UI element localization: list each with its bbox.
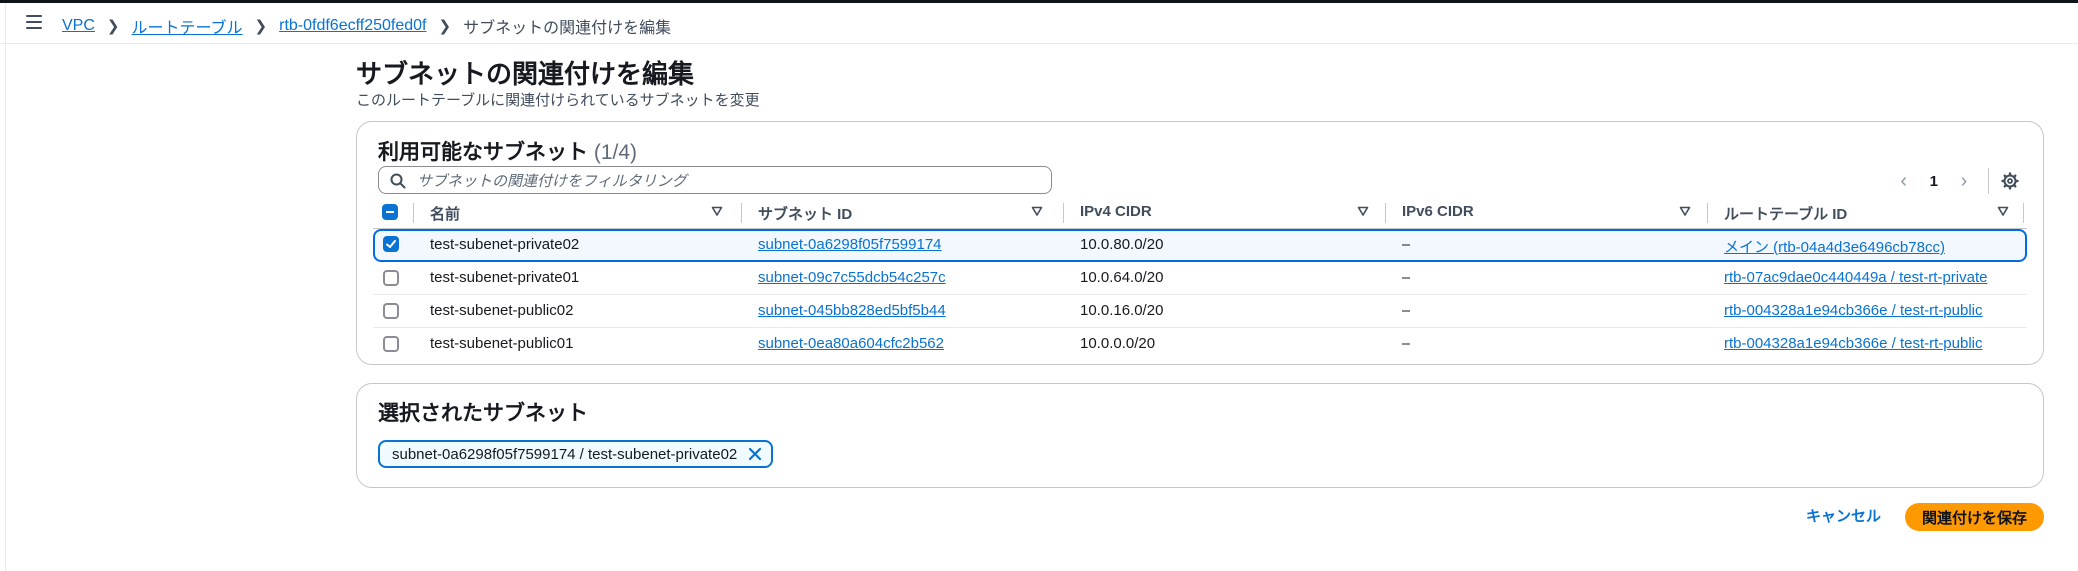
table-row[interactable]: test-subenet-public02 subnet-045bb828ed5… [373, 295, 2027, 328]
row-checkbox[interactable] [383, 303, 399, 319]
available-subnets-heading: 利用可能なサブネット (1/4) [378, 136, 637, 166]
cancel-button[interactable]: キャンセル [1806, 505, 1881, 526]
column-name[interactable]: 名前 [430, 203, 460, 224]
selected-subnet-token: subnet-0a6298f05f7599174 / test-subenet-… [378, 440, 774, 468]
token-label: subnet-0a6298f05f7599174 / test-subenet-… [392, 445, 738, 463]
subnet-id-link[interactable]: subnet-09c7c55dcb54c257c [758, 269, 946, 286]
table-row[interactable]: test-subenet-private01 subnet-09c7c55dcb… [373, 262, 2027, 295]
chevron-right-icon: ❯ [438, 18, 452, 35]
subnet-id-link[interactable]: subnet-045bb828ed5bf5b44 [758, 302, 946, 319]
subnet-id-link[interactable]: subnet-0ea80a604cfc2b562 [758, 335, 944, 352]
next-page-icon[interactable]: › [1954, 170, 1974, 192]
select-all-checkbox[interactable] [382, 204, 398, 220]
page-description: このルートテーブルに関連付けられているサブネットを変更 [356, 92, 760, 109]
breadcrumb-vpc[interactable]: VPC [62, 17, 95, 35]
breadcrumb: VPC ❯ ルートテーブル ❯ rtb-0fdf6ecff250fed0f ❯ … [62, 14, 671, 38]
route-table-link[interactable]: メイン (rtb-04a4d3e6496cb78cc) [1724, 236, 1945, 257]
page-title: サブネットの関連付けを編集 [356, 59, 695, 89]
left-edge [5, 3, 6, 571]
ipv6-cidr: – [1402, 236, 1411, 253]
chevron-right-icon: ❯ [254, 18, 268, 35]
previous-page-icon[interactable]: ‹ [1894, 170, 1914, 192]
available-subnets-title: 利用可能なサブネット [378, 141, 588, 164]
chevron-right-icon: ❯ [106, 18, 120, 35]
column-ipv6-cidr[interactable]: IPv6 CIDR [1402, 203, 1474, 220]
sort-icon[interactable] [711, 205, 723, 217]
subnet-name: test-subenet-public02 [430, 302, 574, 319]
gear-icon[interactable] [2001, 172, 2019, 190]
ipv4-cidr: 10.0.16.0/20 [1080, 302, 1164, 319]
pager-divider [1988, 168, 1989, 194]
page-number[interactable]: 1 [1930, 173, 1938, 190]
ipv4-cidr: 10.0.80.0/20 [1080, 236, 1164, 253]
sort-icon[interactable] [1679, 205, 1691, 217]
column-divider [741, 203, 742, 223]
close-icon[interactable] [747, 446, 763, 462]
column-ipv4-cidr[interactable]: IPv4 CIDR [1080, 203, 1152, 220]
subnet-name: test-subenet-private02 [430, 236, 580, 253]
ipv6-cidr: – [1402, 335, 1411, 352]
ipv6-cidr: – [1402, 302, 1411, 319]
row-checkbox[interactable] [383, 236, 399, 252]
pagination: ‹ 1 › [1894, 167, 2019, 195]
selection-count: (1/4) [593, 141, 638, 164]
selected-subnets-panel: 選択されたサブネット subnet-0a6298f05f7599174 / te… [356, 383, 2044, 488]
route-table-link[interactable]: rtb-004328a1e94cb366e / test-rt-public [1724, 335, 1983, 352]
menu-icon[interactable] [26, 15, 42, 29]
breadcrumb-bar: VPC ❯ ルートテーブル ❯ rtb-0fdf6ecff250fed0f ❯ … [0, 3, 2078, 44]
ipv4-cidr: 10.0.64.0/20 [1080, 269, 1164, 286]
sort-icon[interactable] [1357, 205, 1369, 217]
row-checkbox[interactable] [383, 270, 399, 286]
sort-icon[interactable] [1997, 205, 2009, 217]
filter-search-box[interactable] [378, 166, 1052, 194]
breadcrumb-current: サブネットの関連付けを編集 [463, 20, 672, 37]
ipv6-cidr: – [1402, 269, 1411, 286]
subnets-table: 名前 サブネット ID IPv4 CIDR IPv6 CIDR ルートテーブル … [373, 196, 2027, 360]
column-divider [1707, 203, 1708, 223]
column-route-table-id[interactable]: ルートテーブル ID [1724, 203, 1847, 224]
table-header: 名前 サブネット ID IPv4 CIDR IPv6 CIDR ルートテーブル … [373, 196, 2027, 229]
row-checkbox[interactable] [383, 336, 399, 352]
column-subnet-id[interactable]: サブネット ID [758, 203, 852, 224]
ipv4-cidr: 10.0.0.0/20 [1080, 335, 1156, 352]
table-row[interactable]: test-subenet-public01 subnet-0ea80a604cf… [373, 328, 2027, 360]
column-divider [413, 203, 414, 223]
route-table-link[interactable]: rtb-07ac9dae0c440449a / test-rt-private [1724, 269, 1988, 286]
selected-subnets-title: 選択されたサブネット [378, 402, 588, 425]
filter-input[interactable] [415, 170, 1039, 192]
column-divider [2023, 203, 2024, 223]
column-divider [1385, 203, 1386, 223]
table-row[interactable]: test-subenet-private02 subnet-0a6298f05f… [373, 229, 2027, 262]
subnet-id-link[interactable]: subnet-0a6298f05f7599174 [758, 236, 942, 253]
route-table-link[interactable]: rtb-004328a1e94cb366e / test-rt-public [1724, 302, 1983, 319]
subnet-name: test-subenet-private01 [430, 269, 580, 286]
breadcrumb-route-tables[interactable]: ルートテーブル [131, 14, 242, 38]
column-divider [1063, 203, 1064, 223]
save-associations-button[interactable]: 関連付けを保存 [1905, 503, 2044, 531]
sort-icon[interactable] [1031, 205, 1043, 217]
breadcrumb-route-table-id[interactable]: rtb-0fdf6ecff250fed0f [279, 17, 426, 35]
subnet-name: test-subenet-public01 [430, 335, 574, 352]
available-subnets-panel: 利用可能なサブネット (1/4) ‹ 1 › [356, 121, 2044, 365]
search-icon [390, 173, 406, 189]
